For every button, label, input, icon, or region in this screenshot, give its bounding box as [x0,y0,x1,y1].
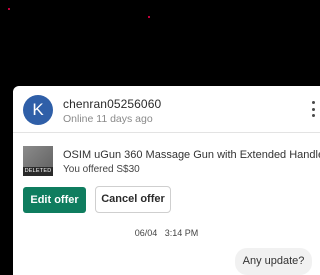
offer-text: You offered S$30 [63,164,140,175]
listing-card: DELETED OSIM uGun 360 Massage Gun with E… [13,133,320,218]
product-title[interactable]: OSIM uGun 360 Massage Gun with Extended … [63,149,320,161]
background-dot [8,8,10,10]
deleted-badge: DELETED [23,167,53,176]
edit-offer-button[interactable]: Edit offer [23,187,86,213]
background-dot [148,16,150,18]
chat-panel: K chenran05256060 Online 11 days ago DEL… [13,86,320,275]
background-area [0,0,320,86]
online-status: Online 11 days ago [63,113,153,125]
product-thumbnail[interactable]: DELETED [23,146,53,176]
message-timestamp: 06/04 3:14 PM [134,228,199,238]
chat-header: K chenran05256060 Online 11 days ago [13,86,320,133]
message-bubble: Any update? [235,248,312,275]
avatar[interactable]: K [23,95,53,125]
more-vertical-icon[interactable] [310,101,316,117]
cancel-offer-button[interactable]: Cancel offer [95,186,171,213]
username[interactable]: chenran05256060 [63,97,161,111]
